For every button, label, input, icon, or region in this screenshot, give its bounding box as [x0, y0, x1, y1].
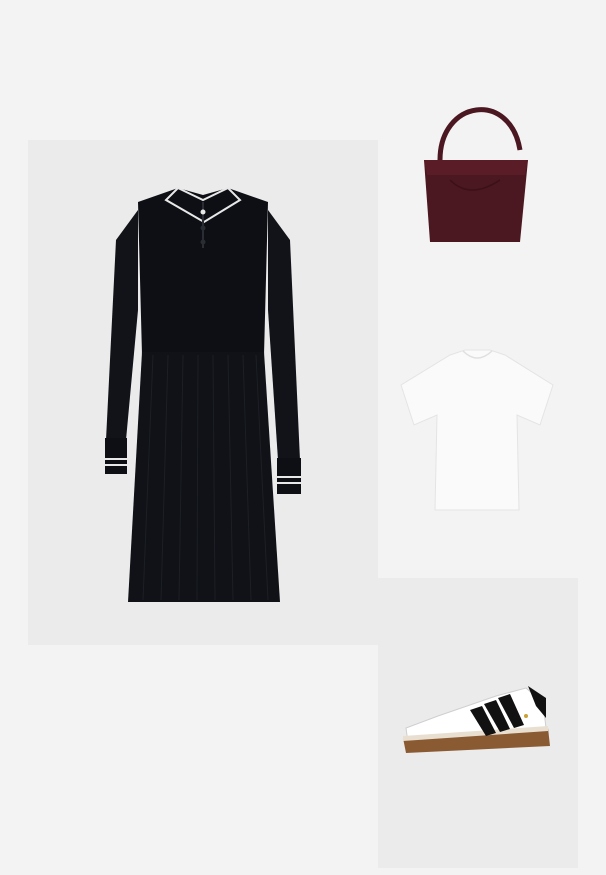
tshirt-image: [400, 349, 554, 511]
tshirt-product-tile[interactable]: [395, 345, 560, 515]
sneaker-product-tile[interactable]: [378, 578, 578, 868]
bag-product-tile[interactable]: [410, 80, 540, 250]
polo-dress-image: [105, 186, 301, 602]
sneaker-image: [403, 686, 550, 753]
dress-product-tile[interactable]: [28, 140, 378, 645]
shoulder-bag-image: [424, 107, 528, 242]
